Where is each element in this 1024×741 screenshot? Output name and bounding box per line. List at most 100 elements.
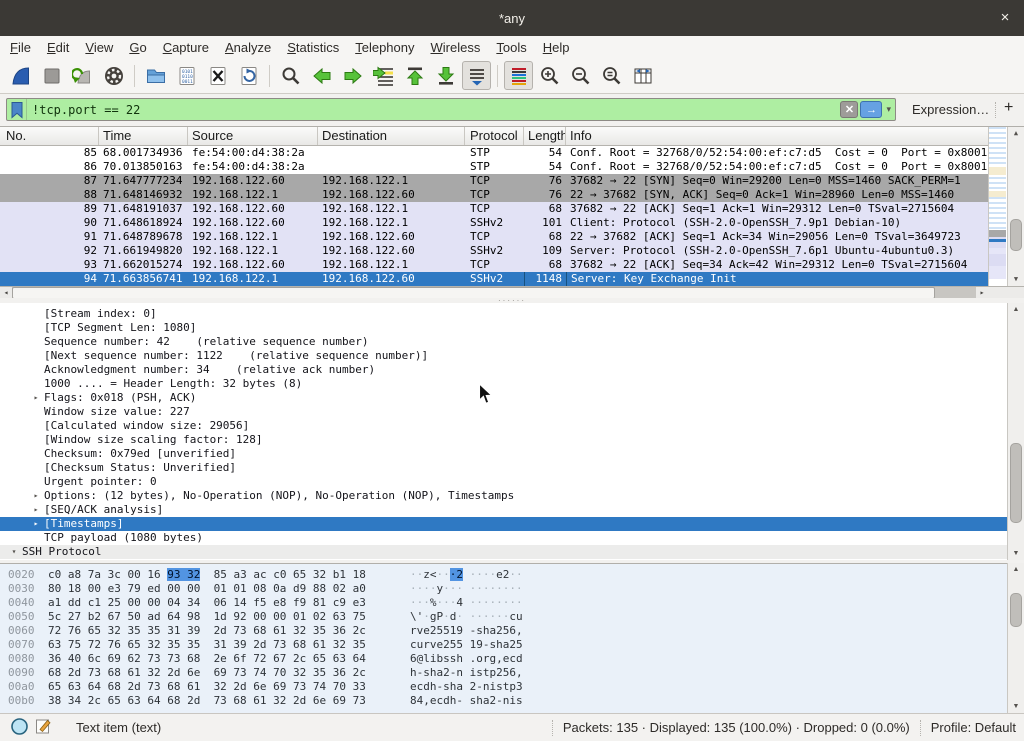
ascii-bytes[interactable]: ···%···4 ········ [410,596,523,610]
go-last-packet-button[interactable] [431,61,460,90]
zoom-in-button[interactable] [535,61,564,90]
column-header-destination[interactable]: Destination [318,127,465,145]
detail-line[interactable]: Acknowledgment number: 34 (relative ack … [0,363,1007,377]
ascii-bytes[interactable]: 84,ecdh- sha2-nis [410,694,523,708]
zoom-out-button[interactable] [566,61,595,90]
column-header-length[interactable]: Length [524,127,566,145]
menu-telephony[interactable]: Telephony [347,38,422,57]
menu-capture[interactable]: Capture [155,38,217,57]
stop-capture-button[interactable] [37,61,66,90]
close-file-button[interactable] [203,61,232,90]
go-first-packet-button[interactable] [400,61,429,90]
detail-line[interactable]: ▸Options: (12 bytes), No-Operation (NOP)… [0,489,1007,503]
scroll-up-icon[interactable]: ▲ [1008,127,1024,140]
detail-line[interactable]: Checksum: 0x79ed [unverified] [0,447,1007,461]
hex-bytes[interactable]: 36 40 6c 69 62 73 73 68 2e 6f 72 67 2c 6… [48,652,366,666]
hex-bytes[interactable]: 5c 27 b2 67 50 ad 64 98 1d 92 00 00 01 0… [48,610,366,624]
detail-line[interactable]: ▸[SEQ/ACK analysis] [0,503,1007,517]
column-header-source[interactable]: Source [188,127,318,145]
hex-bytes[interactable]: 38 34 2c 65 63 64 68 2d 73 68 61 32 2d 6… [48,694,366,708]
scrollbar-thumb[interactable] [1010,443,1022,523]
collapsed-arrow-icon[interactable]: ▸ [28,489,44,503]
zoom-reset-button[interactable] [597,61,626,90]
column-header-protocol[interactable]: Protocol [465,127,524,145]
filter-apply-button[interactable]: → [860,101,882,118]
menu-file[interactable]: File [2,38,39,57]
scrollbar-thumb[interactable] [1010,593,1022,627]
resize-columns-button[interactable] [628,61,657,90]
capture-options-button[interactable] [99,61,128,90]
open-file-button[interactable] [141,61,170,90]
start-capture-button[interactable] [6,61,35,90]
go-to-packet-button[interactable] [369,61,398,90]
filter-text[interactable]: !tcp.port == 22 [27,103,840,117]
close-button[interactable]: × [996,9,1014,27]
hex-bytes[interactable]: 65 63 64 68 2d 73 68 61 32 2d 6e 69 73 7… [48,680,366,694]
ascii-bytes[interactable]: ··z<···2 ····e2·· [410,568,523,582]
packet-row-86[interactable]: 8670.013850163fe:54:00:d4:38:2aSTP54Conf… [0,160,988,174]
collapsed-arrow-icon[interactable]: ▸ [28,517,44,531]
detail-line[interactable]: 1000 .... = Header Length: 32 bytes (8) [0,377,1007,391]
go-forward-button[interactable] [338,61,367,90]
menu-view[interactable]: View [77,38,121,57]
add-filter-button[interactable]: + [1004,99,1013,117]
packet-row-89[interactable]: 8971.648191037192.168.122.60192.168.122.… [0,202,988,216]
collapsed-arrow-icon[interactable]: ▸ [28,391,44,405]
capture-comment-icon[interactable] [35,717,52,738]
expert-info-icon[interactable] [10,717,29,739]
packet-row-93[interactable]: 9371.662015274192.168.122.60192.168.122.… [0,258,988,272]
scroll-down-icon[interactable]: ▼ [1008,700,1024,713]
menu-wireless[interactable]: Wireless [423,38,489,57]
detail-line[interactable]: Window size value: 227 [0,405,1007,419]
packet-row-91[interactable]: 9171.648789678192.168.122.1192.168.122.6… [0,230,988,244]
menu-tools[interactable]: Tools [488,38,534,57]
go-back-button[interactable] [307,61,336,90]
column-header-no[interactable]: No. [0,127,99,145]
expression-button[interactable]: Expression… [912,102,989,117]
scroll-up-icon[interactable]: ▲ [1008,563,1024,576]
scroll-down-icon[interactable]: ▼ [1008,547,1024,560]
packet-row-85[interactable]: 8568.001734936fe:54:00:d4:38:2aSTP54Conf… [0,146,988,160]
packet-row-92[interactable]: 9271.661949820192.168.122.1192.168.122.6… [0,244,988,258]
hex-bytes[interactable]: a1 dd c1 25 00 00 04 34 06 14 f5 e8 f9 8… [48,596,366,610]
menu-analyze[interactable]: Analyze [217,38,279,57]
display-filter-input[interactable]: !tcp.port == 22 ✕ → ▾ [6,98,896,121]
menu-go[interactable]: Go [121,38,154,57]
filter-history-dropdown-icon[interactable]: ▾ [884,104,895,115]
column-header-info[interactable]: Info [566,127,988,145]
scroll-up-icon[interactable]: ▲ [1008,303,1024,316]
detail-line[interactable]: Sequence number: 42 (relative sequence n… [0,335,1007,349]
detail-line[interactable]: [Stream index: 0] [0,307,1007,321]
detail-line[interactable]: [Window size scaling factor: 128] [0,433,1007,447]
menu-statistics[interactable]: Statistics [279,38,347,57]
ascii-bytes[interactable]: ecdh-sha 2-nistp3 [410,680,523,694]
ascii-bytes[interactable]: ····y··· ········ [410,582,523,596]
column-header-time[interactable]: Time [99,127,188,145]
bytes-vertical-scrollbar[interactable]: ▲ ▼ [1007,563,1024,713]
detail-line[interactable]: [Next sequence number: 1122 (relative se… [0,349,1007,363]
filter-clear-button[interactable]: ✕ [840,101,858,118]
filter-bookmark-icon[interactable] [7,99,27,120]
hex-bytes[interactable]: 68 2d 73 68 61 32 2d 6e 69 73 74 70 32 3… [48,666,366,680]
scroll-down-icon[interactable]: ▼ [1008,273,1024,286]
hex-bytes[interactable]: 80 18 00 e3 79 ed 00 00 01 01 08 0a d9 8… [48,582,366,596]
auto-scroll-toggle-button[interactable] [462,61,491,90]
colorize-toggle-button[interactable] [504,61,533,90]
expanded-arrow-icon[interactable]: ▾ [6,545,22,559]
detail-line[interactable]: Urgent pointer: 0 [0,475,1007,489]
hex-bytes[interactable]: 72 76 65 32 35 35 31 39 2d 73 68 61 32 3… [48,624,366,638]
restart-capture-button[interactable] [68,61,97,90]
ascii-bytes[interactable]: h-sha2-n istp256, [410,666,523,680]
packet-list-vertical-scrollbar[interactable]: ▲ ▼ [1007,127,1024,286]
detail-line[interactable]: [Checksum Status: Unverified] [0,461,1007,475]
profile-button[interactable]: Profile: Default [931,720,1024,735]
detail-line[interactable]: ▸Flags: 0x018 (PSH, ACK) [0,391,1007,405]
packet-row-87[interactable]: 8771.647777234192.168.122.60192.168.122.… [0,174,988,188]
detail-line[interactable]: [TCP Segment Len: 1080] [0,321,1007,335]
ascii-bytes[interactable]: rve25519 -sha256, [410,624,523,638]
reload-file-button[interactable] [234,61,263,90]
intelligent-scrollbar-minimap[interactable] [988,127,1006,286]
scrollbar-thumb[interactable] [1010,219,1022,251]
packet-row-88[interactable]: 8871.648146932192.168.122.1192.168.122.6… [0,188,988,202]
details-vertical-scrollbar[interactable]: ▲ ▼ [1007,303,1024,560]
